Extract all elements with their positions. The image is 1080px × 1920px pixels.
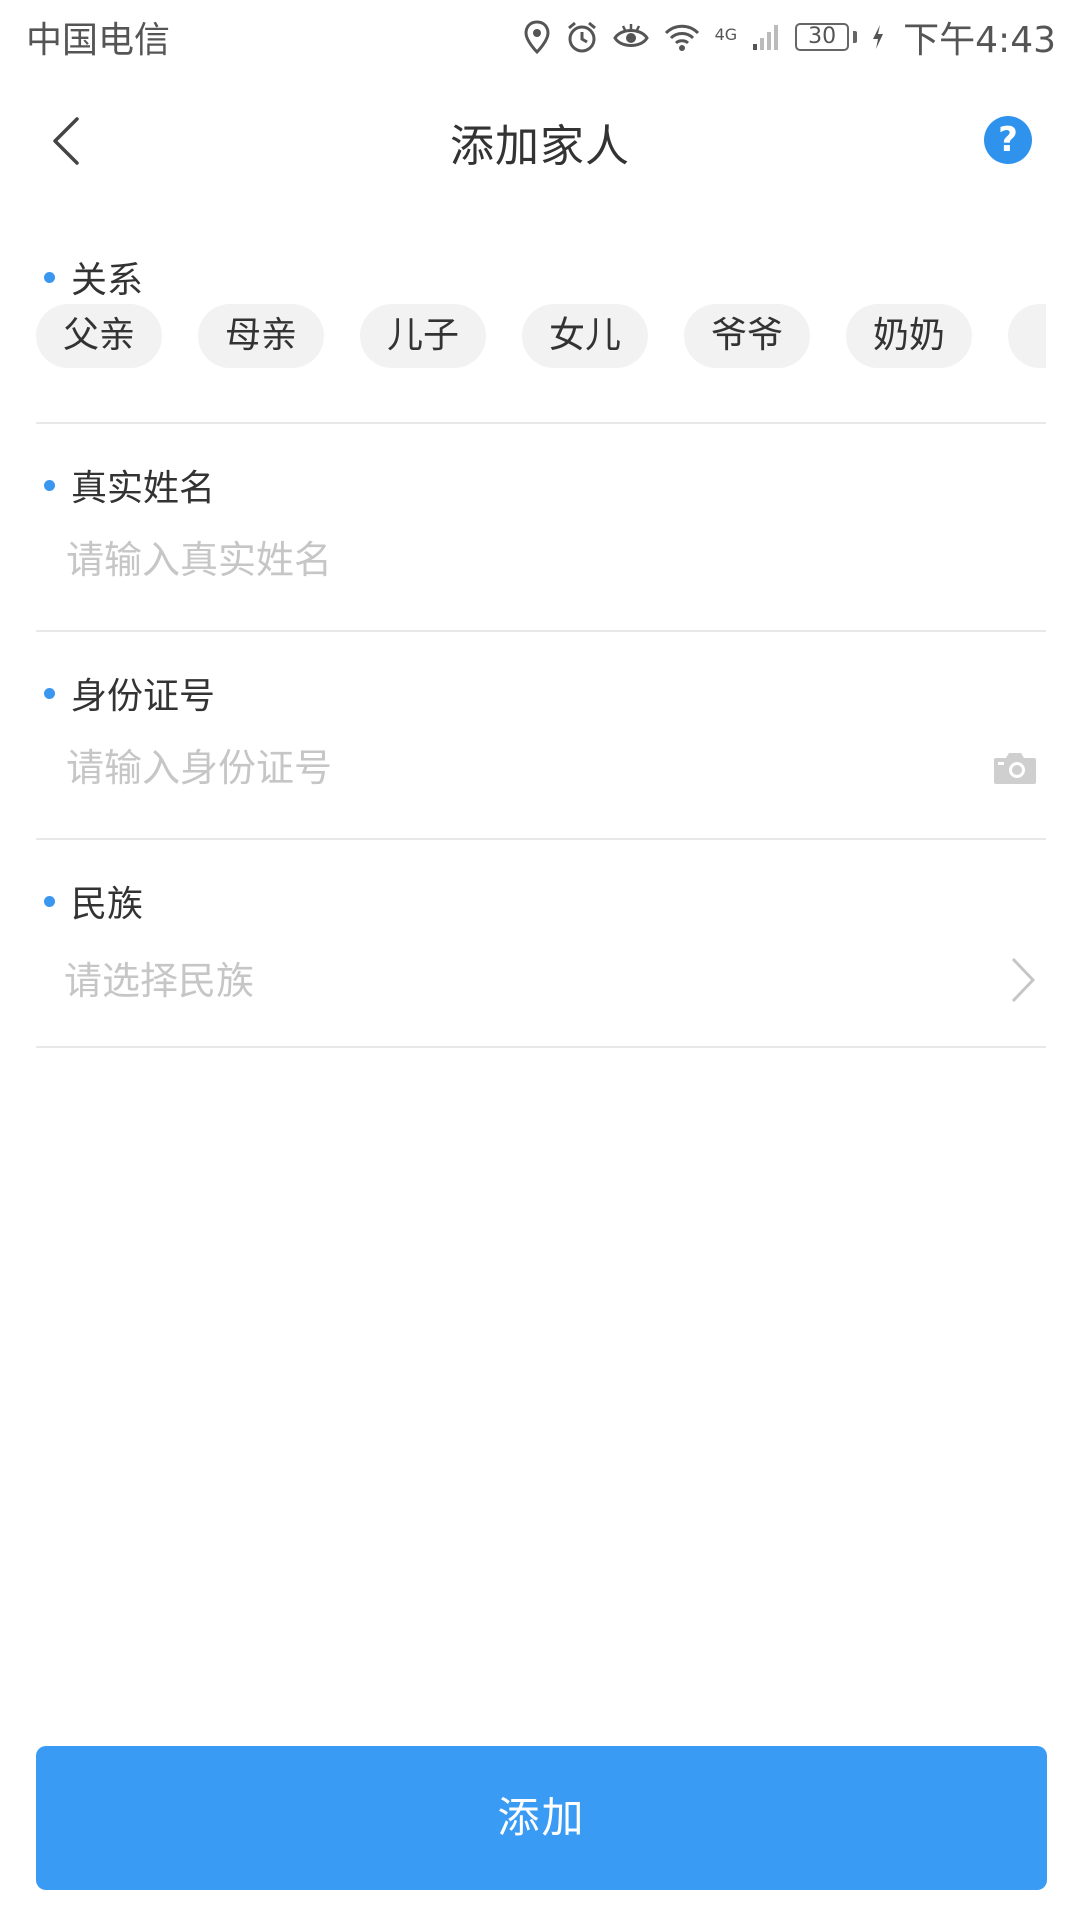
relation-label-row: 关系: [36, 252, 1046, 302]
relation-chip-grandfather[interactable]: 爷爷: [684, 304, 810, 368]
name-section: 真实姓名: [36, 460, 1046, 632]
relation-chip-list: 父亲母亲儿子女儿爷爷奶奶孙: [36, 304, 1046, 378]
divider: [36, 422, 1046, 424]
required-dot: [44, 479, 55, 491]
network-type: 4G: [714, 25, 738, 44]
id-number-input[interactable]: [64, 738, 964, 798]
relation-section: 关系 父亲母亲儿子女儿爷爷奶奶孙: [36, 252, 1046, 424]
relation-label: 关系: [71, 260, 144, 301]
ethnicity-section[interactable]: 民族 请选择民族: [36, 876, 1046, 1048]
add-button[interactable]: 添加: [36, 1746, 1047, 1890]
real-name-input[interactable]: [64, 530, 964, 590]
signal-icon: [753, 25, 779, 50]
page-title: 添加家人: [450, 121, 630, 172]
eye-icon: [612, 24, 649, 47]
ethnicity-select[interactable]: 请选择民族: [64, 950, 254, 1005]
divider: [36, 838, 1046, 840]
divider: [36, 1046, 1046, 1048]
chevron-right-icon: [1011, 957, 1036, 1003]
camera-icon[interactable]: [992, 750, 1038, 786]
location-icon: [524, 20, 550, 54]
nav-bar: 添加家人 ?: [0, 80, 1080, 200]
name-label: 真实姓名: [71, 468, 216, 509]
add-family-page: 中国电信 4G 30 下午4:43 添加家人 ? 关系 父亲 母亲 儿子 女儿 …: [0, 0, 1080, 1920]
battery-indicator: 30: [795, 23, 858, 51]
battery-level: 30: [795, 23, 850, 51]
relation-chip-mother[interactable]: 母亲: [198, 304, 324, 368]
relation-chip-grandmother[interactable]: 奶奶: [846, 304, 972, 368]
relation-chip-grandchild[interactable]: 孙: [1008, 304, 1046, 368]
ethnicity-label: 民族: [71, 884, 144, 925]
clock: 下午4:43: [903, 20, 1056, 61]
relation-chip-father[interactable]: 父亲: [36, 304, 162, 368]
ethnicity-label-row: 民族: [36, 876, 1046, 926]
status-icons: 4G 30 下午4:43: [523, 11, 1056, 63]
alarm-icon: [567, 21, 596, 53]
help-button[interactable]: ?: [984, 116, 1032, 164]
id-label-row: 身份证号: [36, 668, 1046, 718]
required-dot: [44, 895, 55, 907]
charging-icon: [873, 25, 884, 49]
name-label-row: 真实姓名: [36, 460, 1046, 510]
relation-chip-son[interactable]: 儿子: [360, 304, 486, 368]
required-dot: [44, 271, 55, 283]
relation-chip-daughter[interactable]: 女儿: [522, 304, 648, 368]
carrier-label: 中国电信: [26, 20, 171, 61]
wifi-icon: [664, 24, 699, 51]
battery-tip: [853, 31, 858, 43]
required-dot: [44, 687, 55, 699]
status-bar: 中国电信 4G 30 下午4:43: [0, 0, 1080, 74]
help-question-icon: ?: [998, 120, 1018, 160]
id-section: 身份证号: [36, 668, 1046, 840]
divider: [36, 630, 1046, 632]
id-label: 身份证号: [71, 676, 216, 717]
